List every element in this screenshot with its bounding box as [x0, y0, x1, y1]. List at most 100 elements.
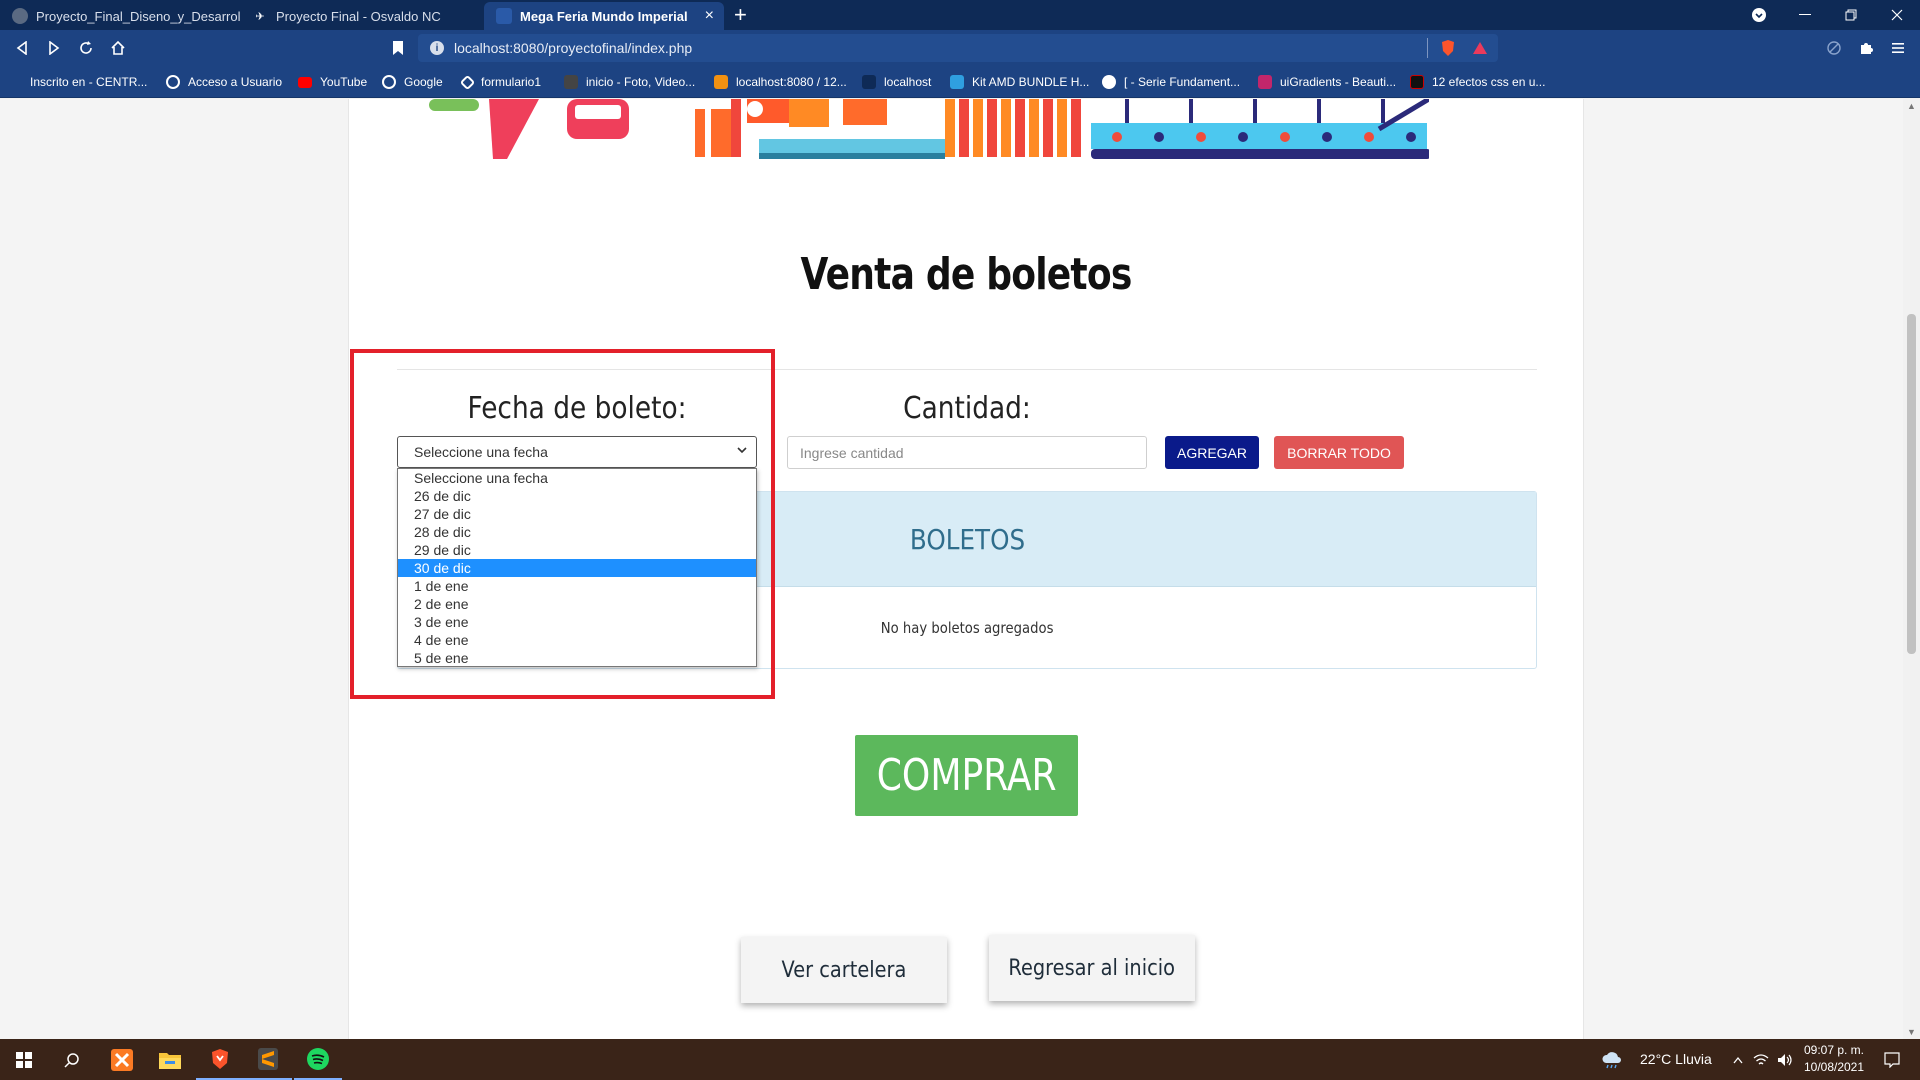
navigation-bar: i localhost:8080/proyectofinal/index.php — [0, 30, 1920, 66]
tickets-empty-message: No hay boletos agregados — [880, 619, 1054, 637]
bookmark-formulario1[interactable]: formulario1 — [459, 72, 542, 92]
reload-icon[interactable] — [74, 36, 98, 60]
back-home-button[interactable]: Regresar al inicio — [989, 935, 1195, 1001]
bookmark-favicon-icon — [166, 75, 180, 89]
view-billboard-button[interactable]: Ver cartelera — [741, 937, 947, 1003]
page-favicon-icon — [496, 8, 512, 24]
address-bar[interactable]: i localhost:8080/proyectofinal/index.php — [418, 34, 1498, 62]
bookmark-label: Inscrito en - CENTR... — [30, 75, 148, 89]
site-info-icon[interactable]: i — [430, 41, 444, 55]
xampp-icon[interactable] — [98, 1039, 146, 1080]
tab-label: Proyecto_Final_Diseno_y_Desarrollo_C — [36, 8, 240, 24]
page-container: Venta de boletos Fecha de boleto: Cantid… — [348, 99, 1584, 1039]
bookmark-label: Google — [404, 75, 443, 89]
bookmark-favicon-icon — [1102, 75, 1116, 89]
buy-button-label: COMPRAR — [876, 750, 1057, 801]
network-wifi-icon[interactable] — [1750, 1039, 1772, 1080]
search-icon[interactable] — [48, 1039, 96, 1080]
tab-search-icon[interactable] — [1736, 0, 1782, 30]
back-home-label: Regresar al inicio — [1008, 955, 1176, 981]
bookmark-favicon-icon — [564, 75, 578, 89]
bookmark-label: localhost:8080 / 12... — [736, 75, 847, 89]
scrollbar-thumb[interactable] — [1907, 314, 1916, 654]
bookmark-localhost-8080[interactable]: localhost:8080 / 12... — [714, 72, 847, 92]
scroll-up-arrow-icon[interactable]: ▲ — [1907, 101, 1916, 111]
annotation-highlight-box — [350, 349, 775, 699]
bookmark-uigradients[interactable]: uiGradients - Beauti... — [1258, 72, 1396, 92]
close-tab-icon[interactable]: × — [705, 7, 714, 25]
tickets-header-text: BOLETOS — [909, 522, 1025, 556]
file-explorer-icon[interactable] — [146, 1039, 194, 1080]
menu-hamburger-icon[interactable] — [1886, 36, 1910, 60]
windows-taskbar: 22°C Lluvia 09:07 p. m. 10/08/2021 — [0, 1039, 1920, 1080]
quantity-placeholder: Ingrese cantidad — [800, 444, 904, 461]
weather-cloud-icon[interactable] — [1596, 1039, 1628, 1080]
bookmark-serie-fundament[interactable]: [ - Serie Fundament... — [1102, 72, 1240, 92]
bookmark-label: Acceso a Usuario — [188, 75, 283, 89]
bookmark-label: inicio - Foto, Video... — [586, 75, 696, 89]
bookmark-favicon-icon — [1410, 75, 1424, 89]
bookmark-efectos-css[interactable]: 12 efectos css en u... — [1410, 72, 1545, 92]
bookmark-inscrito[interactable]: Inscrito en - CENTR... — [16, 72, 147, 92]
system-clock[interactable]: 09:07 p. m. 10/08/2021 — [1800, 1042, 1868, 1076]
bookmark-localhost[interactable]: localhost — [862, 72, 931, 92]
youtube-icon — [298, 76, 312, 88]
bookmark-favicon-icon — [16, 75, 22, 89]
bookmark-label: formulario1 — [481, 75, 542, 89]
extensions-puzzle-icon[interactable] — [1854, 36, 1878, 60]
add-button[interactable]: AGREGAR — [1165, 436, 1259, 469]
tab-label: Mega Feria Mundo Imperial — [520, 8, 688, 24]
bookmarks-bar: Inscrito en - CENTR... Acceso a Usuario … — [0, 66, 1920, 98]
bookmark-favicon-icon — [862, 75, 876, 89]
tab-strip: Proyecto_Final_Diseno_y_Desarrollo_C ✈ P… — [0, 0, 1920, 30]
bookmark-label: YouTube — [320, 75, 368, 89]
page-scrollbar[interactable]: ▲ ▼ — [1903, 99, 1920, 1039]
windows-start-icon[interactable] — [0, 1039, 48, 1080]
bird-favicon-icon: ✈ — [255, 10, 265, 23]
forward-icon[interactable] — [42, 36, 66, 60]
extension-status-icon[interactable] — [1822, 36, 1846, 60]
tab-proyecto-final-osvaldo[interactable]: ✈ Proyecto Final - Osvaldo NC — [240, 2, 480, 30]
show-hidden-icons-chevron-icon[interactable] — [1728, 1039, 1748, 1080]
bookmark-inicio-foto[interactable]: inicio - Foto, Video... — [564, 72, 695, 92]
close-window-icon[interactable] — [1874, 0, 1920, 30]
fair-banner-illustration — [429, 99, 1429, 159]
bookmark-kit-amd[interactable]: Kit AMD BUNDLE H... — [950, 72, 1089, 92]
quantity-input[interactable]: Ingrese cantidad — [787, 436, 1147, 469]
google-icon — [382, 75, 396, 89]
uigradients-icon — [1258, 75, 1272, 89]
bookmark-icon[interactable] — [386, 36, 410, 60]
volume-speaker-icon[interactable] — [1774, 1039, 1796, 1080]
tab-mega-feria[interactable]: Mega Feria Mundo Imperial × — [484, 2, 724, 30]
bookmark-favicon-icon — [950, 75, 964, 89]
buy-button[interactable]: COMPRAR — [855, 735, 1078, 816]
bookmark-youtube[interactable]: YouTube — [298, 72, 367, 92]
bookmark-label: Kit AMD BUNDLE H... — [972, 75, 1090, 89]
brave-rewards-icon[interactable] — [1468, 36, 1492, 60]
weather-text: 22°C Lluvia — [1640, 1051, 1712, 1067]
phpmyadmin-icon — [714, 75, 728, 89]
new-tab-button[interactable]: + — [734, 2, 747, 30]
url-text: localhost:8080/proyectofinal/index.php — [454, 40, 693, 56]
page-title: Venta de boletos — [800, 249, 1133, 300]
bookmark-label: 12 efectos css en u... — [1432, 75, 1546, 89]
home-icon[interactable] — [106, 36, 130, 60]
tab-proyecto-final-diseno[interactable]: Proyecto_Final_Diseno_y_Desarrollo_C — [0, 2, 240, 30]
clock-date: 10/08/2021 — [1803, 1060, 1865, 1074]
restore-icon[interactable] — [1828, 0, 1874, 30]
spotify-icon[interactable] — [294, 1039, 342, 1080]
minimize-icon[interactable] — [1782, 0, 1828, 30]
back-icon[interactable] — [10, 36, 34, 60]
sublime-text-icon[interactable] — [244, 1039, 292, 1080]
tab-label: Proyecto Final - Osvaldo NC — [276, 8, 441, 24]
bookmark-google[interactable]: Google — [382, 72, 443, 92]
notifications-icon[interactable] — [1872, 1039, 1912, 1080]
omnibox-divider — [1427, 38, 1428, 58]
clear-all-button[interactable]: BORRAR TODO — [1274, 436, 1404, 469]
formulario-icon — [459, 74, 476, 90]
clock-time: 09:07 p. m. — [1803, 1043, 1865, 1057]
bookmark-acceso-usuario[interactable]: Acceso a Usuario — [166, 72, 282, 92]
brave-shields-icon[interactable] — [1436, 36, 1460, 60]
brave-browser-icon[interactable] — [196, 1039, 244, 1080]
scroll-down-arrow-icon[interactable]: ▼ — [1907, 1027, 1916, 1037]
